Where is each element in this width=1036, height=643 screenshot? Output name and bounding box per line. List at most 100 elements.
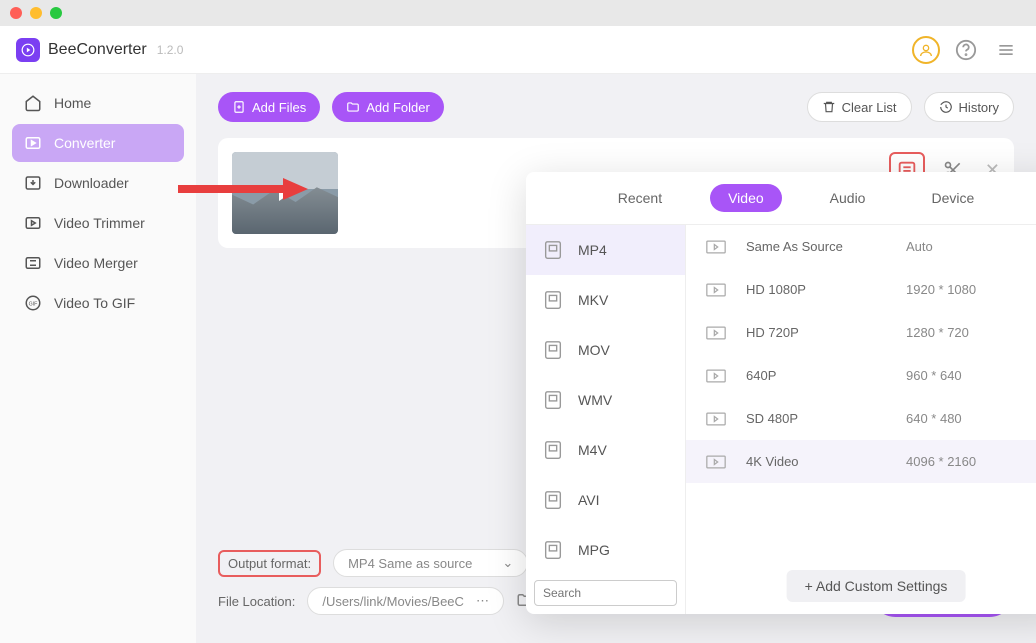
sidebar-item-trimmer[interactable]: Video Trimmer bbox=[12, 204, 184, 242]
folder-plus-icon bbox=[346, 100, 360, 114]
resolution-name: SD 480P bbox=[746, 411, 886, 426]
format-item-mov[interactable]: MOV bbox=[526, 325, 685, 375]
resolution-dim: 1280 * 720 bbox=[906, 325, 969, 340]
resolution-name: 640P bbox=[746, 368, 886, 383]
history-icon bbox=[939, 100, 953, 114]
svg-text:GIF: GIF bbox=[29, 301, 38, 307]
resolution-item-1080p[interactable]: HD 1080P 1920 * 1080 bbox=[686, 268, 1036, 311]
resolution-icon bbox=[706, 455, 726, 469]
sidebar-item-merger[interactable]: Video Merger bbox=[12, 244, 184, 282]
resolution-icon bbox=[706, 326, 726, 340]
tab-video[interactable]: Video bbox=[710, 184, 782, 212]
add-files-button[interactable]: Add Files bbox=[218, 92, 320, 122]
app-header: BeeConverter 1.2.0 bbox=[0, 26, 1036, 74]
tab-device[interactable]: Device bbox=[913, 184, 992, 212]
resolution-item-480p[interactable]: SD 480P 640 * 480 bbox=[686, 397, 1036, 440]
resolution-item-source[interactable]: Same As Source Auto bbox=[686, 225, 1036, 268]
menu-icon[interactable] bbox=[992, 36, 1020, 64]
clear-list-label: Clear List bbox=[842, 100, 897, 115]
format-label: M4V bbox=[578, 442, 607, 458]
file-location-value: /Users/link/Movies/BeeC bbox=[322, 594, 464, 609]
history-button[interactable]: History bbox=[924, 92, 1014, 122]
format-item-avi[interactable]: AVI bbox=[526, 475, 685, 525]
sidebar-item-label: Home bbox=[54, 95, 91, 111]
help-icon[interactable] bbox=[952, 36, 980, 64]
tab-audio[interactable]: Audio bbox=[812, 184, 884, 212]
history-label: History bbox=[959, 100, 999, 115]
resolution-item-4k[interactable]: 4K Video 4096 * 2160 bbox=[686, 440, 1036, 483]
gif-icon: GIF bbox=[24, 294, 42, 312]
format-tabs: Recent Video Audio Device bbox=[526, 172, 1036, 224]
clear-list-button[interactable]: Clear List bbox=[807, 92, 912, 122]
more-icon: ⋯ bbox=[476, 593, 489, 609]
format-item-mpg[interactable]: MPG bbox=[526, 525, 685, 575]
format-item-m4v[interactable]: M4V bbox=[526, 425, 685, 475]
titlebar bbox=[0, 0, 1036, 26]
file-icon bbox=[542, 289, 564, 311]
resolution-item-720p[interactable]: HD 720P 1280 * 720 bbox=[686, 311, 1036, 354]
maximize-window-button[interactable] bbox=[50, 7, 62, 19]
app-version: 1.2.0 bbox=[157, 43, 184, 57]
file-icon bbox=[542, 239, 564, 261]
format-item-wmv[interactable]: WMV bbox=[526, 375, 685, 425]
file-icon bbox=[542, 339, 564, 361]
resolution-dim: 960 * 640 bbox=[906, 368, 962, 383]
add-folder-button[interactable]: Add Folder bbox=[332, 92, 444, 122]
add-files-label: Add Files bbox=[252, 100, 306, 115]
file-plus-icon bbox=[232, 100, 246, 114]
resolution-icon bbox=[706, 283, 726, 297]
close-window-button[interactable] bbox=[10, 7, 22, 19]
search-input[interactable] bbox=[534, 580, 677, 606]
format-label: MKV bbox=[578, 292, 608, 308]
sidebar-item-label: Downloader bbox=[54, 175, 129, 191]
resolution-name: HD 1080P bbox=[746, 282, 886, 297]
app-logo-icon bbox=[16, 38, 40, 62]
resolution-dim: 1920 * 1080 bbox=[906, 282, 976, 297]
sidebar: Home Converter Downloader Video Trimmer … bbox=[0, 74, 196, 643]
sidebar-item-home[interactable]: Home bbox=[12, 84, 184, 122]
video-thumbnail[interactable] bbox=[232, 152, 338, 234]
sidebar-item-downloader[interactable]: Downloader bbox=[12, 164, 184, 202]
file-icon bbox=[542, 389, 564, 411]
app-name: BeeConverter bbox=[48, 41, 147, 59]
play-icon bbox=[279, 185, 291, 201]
output-format-select[interactable]: MP4 Same as source ⌄ bbox=[333, 549, 528, 577]
resolution-name: HD 720P bbox=[746, 325, 886, 340]
resolution-dim: 640 * 480 bbox=[906, 411, 962, 426]
trimmer-icon bbox=[24, 214, 42, 232]
sidebar-item-label: Video To GIF bbox=[54, 295, 135, 311]
add-custom-settings-button[interactable]: + Add Custom Settings bbox=[787, 570, 966, 602]
home-icon bbox=[24, 94, 42, 112]
format-item-mkv[interactable]: MKV bbox=[526, 275, 685, 325]
file-icon bbox=[542, 439, 564, 461]
minimize-window-button[interactable] bbox=[30, 7, 42, 19]
merger-icon bbox=[24, 254, 42, 272]
format-search bbox=[534, 580, 677, 606]
resolution-dim: 4096 * 2160 bbox=[906, 454, 976, 469]
format-label: AVI bbox=[578, 492, 600, 508]
resolution-item-640p[interactable]: 640P 960 * 640 bbox=[686, 354, 1036, 397]
resolution-icon bbox=[706, 369, 726, 383]
file-location-field[interactable]: /Users/link/Movies/BeeC ⋯ bbox=[307, 587, 504, 615]
output-format-label: Output format: bbox=[218, 550, 321, 577]
file-icon bbox=[542, 539, 564, 561]
format-label: WMV bbox=[578, 392, 612, 408]
format-list[interactable]: MP4 MKV MOV WMV bbox=[526, 225, 686, 614]
content-area: Add Files Add Folder Clear List History bbox=[196, 74, 1036, 643]
toolbar: Add Files Add Folder Clear List History bbox=[218, 92, 1014, 122]
converter-icon bbox=[24, 134, 42, 152]
resolution-dim: Auto bbox=[906, 239, 933, 254]
add-folder-label: Add Folder bbox=[366, 100, 430, 115]
sidebar-item-converter[interactable]: Converter bbox=[12, 124, 184, 162]
tab-recent[interactable]: Recent bbox=[600, 184, 680, 212]
resolution-list[interactable]: Same As Source Auto HD 1080P 1920 * 1080… bbox=[686, 225, 1036, 614]
user-account-icon[interactable] bbox=[912, 36, 940, 64]
format-item-mp4[interactable]: MP4 bbox=[526, 225, 685, 275]
resolution-icon bbox=[706, 412, 726, 426]
format-popup: Recent Video Audio Device MP4 MKV bbox=[526, 172, 1036, 614]
resolution-name: 4K Video bbox=[746, 454, 886, 469]
file-location-label: File Location: bbox=[218, 594, 295, 609]
sidebar-item-label: Video Merger bbox=[54, 255, 138, 271]
format-label: MPG bbox=[578, 542, 610, 558]
sidebar-item-gif[interactable]: GIF Video To GIF bbox=[12, 284, 184, 322]
